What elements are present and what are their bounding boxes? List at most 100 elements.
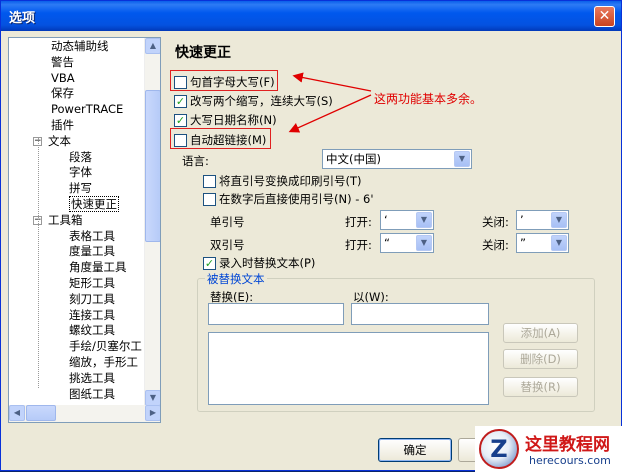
ok-button[interactable]: 确定 (378, 438, 452, 462)
single-quote-label: 单引号 (210, 215, 245, 229)
annotation-text: 这两功能基本多余。 (374, 92, 483, 106)
tree-item-label: 图纸工具 (69, 386, 115, 401)
tree-item-label: 挑选工具 (69, 370, 115, 385)
replace-input[interactable] (208, 303, 344, 325)
tree-item[interactable]: 度量工具 (69, 243, 115, 259)
add-button[interactable]: 添加(A) (503, 323, 578, 343)
annotation-arrows (288, 72, 372, 133)
logo-icon: Z (479, 429, 519, 469)
tree-item[interactable]: 矩形工具 (69, 275, 115, 291)
tree-item[interactable]: PowerTRACE (51, 101, 123, 117)
tree-item-label: 工具箱 (48, 212, 83, 227)
arrow-right-icon[interactable]: ▶ (145, 405, 160, 421)
tree-item-label: 段落 (69, 149, 92, 164)
tree-item-label: 警告 (51, 54, 74, 69)
tree-item-label: 文本 (48, 133, 71, 148)
arrow-up-icon[interactable]: ▲ (145, 38, 160, 54)
tree-item[interactable]: 连接工具 (69, 307, 115, 323)
arrow-left-icon[interactable]: ◀ (9, 405, 25, 421)
quotes-after-numbers-checkbox[interactable]: 在数字后直接使用引号(N) - 6' (203, 191, 374, 207)
title-bar[interactable]: 选项 ✕ (1, 1, 621, 31)
double-open-select[interactable]: “ ▼ (380, 233, 434, 253)
double-close-label: 关闭: (482, 238, 509, 252)
group-title: 被替换文本 (205, 271, 267, 287)
tree-item-label: 角度量工具 (69, 260, 127, 275)
tree-item-label: PowerTRACE (51, 102, 124, 117)
double-open-label: 打开: (345, 238, 372, 252)
delete-button[interactable]: 删除(D) (503, 349, 578, 369)
options-tree[interactable]: 动态辅助线 警告 VBA 保存 PowerTRACE 插件 − 文本 段落 字体 拼写 快速更正 − 工具… (8, 37, 161, 423)
arrow-down-icon[interactable]: ▼ (145, 390, 160, 406)
watermark-name: 这里教程网 (525, 435, 610, 455)
replace-button[interactable]: 替换(R) (503, 377, 578, 397)
checkmark-icon: ✓ (174, 95, 187, 108)
tree-item[interactable]: 动态辅助线 (51, 38, 109, 54)
watermark-logo: Z 这里教程网 herecours.com (475, 426, 622, 472)
double-close-select[interactable]: ” ▼ (516, 233, 569, 253)
tree-item[interactable]: 表格工具 (69, 228, 115, 244)
tree-item[interactable]: 警告 (51, 54, 74, 70)
tree-item-label: 螺纹工具 (69, 323, 115, 338)
single-close-label: 关闭: (482, 215, 509, 229)
tree-item[interactable]: 段落 (69, 149, 92, 165)
tree-item-label: 缩放，手形工 (69, 355, 138, 369)
tree-item-label: 刻刀工具 (69, 291, 115, 306)
chevron-down-icon[interactable]: ▼ (551, 235, 567, 251)
chevron-down-icon[interactable]: ▼ (454, 151, 470, 167)
tree-item-label: 动态辅助线 (51, 39, 109, 53)
tree-item[interactable]: 刻刀工具 (69, 291, 115, 307)
tree-item-label: 字体 (69, 165, 92, 180)
options-dialog: 选项 ✕ 动态辅助线 警告 VBA 保存 PowerTRACE 插件 − 文本 段落 字体 拼写 快速… (0, 0, 622, 472)
tree-item[interactable]: 拼写 (69, 180, 92, 196)
window-title: 选项 (9, 11, 36, 26)
highlight-box (170, 128, 271, 149)
tree-vertical-scrollbar[interactable]: ▲ ▼ (144, 38, 160, 406)
hscroll-thumb[interactable] (26, 405, 56, 421)
tree-item-label: 表格工具 (69, 228, 115, 243)
tree-item-label: VBA (51, 70, 75, 85)
tree-item[interactable]: 角度量工具 (69, 259, 127, 275)
single-close-select[interactable]: ’ ▼ (516, 210, 569, 230)
tree-item-label: 手绘/贝塞尔工 (69, 339, 142, 354)
replace-on-type-checkbox[interactable]: ✓ 录入时替换文本(P) (203, 255, 315, 271)
chevron-down-icon[interactable]: ▼ (416, 235, 432, 251)
checkmark-icon: ✓ (203, 257, 216, 270)
language-select[interactable]: 中文(中国) ▼ (322, 149, 472, 169)
tree-item[interactable]: 快速更正 (69, 196, 119, 212)
highlight-box (170, 70, 278, 91)
tree-item[interactable]: 挑选工具 (69, 370, 115, 386)
tree-item[interactable]: 保存 (51, 85, 74, 101)
capitalize-day-names-checkbox[interactable]: ✓ 大写日期名称(N) (174, 112, 277, 128)
language-label: 语言: (182, 154, 209, 168)
tree-item-label: 插件 (51, 118, 74, 132)
tree-item-label: 度量工具 (69, 244, 115, 259)
checkbox-icon (203, 175, 216, 188)
tree-item[interactable]: 插件 (51, 117, 74, 133)
tree-item[interactable]: VBA (51, 70, 75, 86)
tree-item-label: 连接工具 (69, 307, 115, 322)
tree-item[interactable]: − 工具箱 (33, 212, 83, 228)
tree-horizontal-scrollbar[interactable]: ◀ ▶ (9, 405, 160, 422)
chevron-down-icon[interactable]: ▼ (416, 212, 432, 228)
page-title: 快速更正 (175, 45, 231, 61)
double-quote-label: 双引号 (210, 238, 245, 252)
smart-quotes-checkbox[interactable]: 将直引号变换成印刷引号(T) (203, 173, 362, 189)
tree-item-label: 拼写 (69, 181, 92, 196)
scroll-thumb[interactable] (145, 90, 160, 242)
tree-item-label: 矩形工具 (69, 276, 115, 290)
checkmark-icon: ✓ (174, 114, 187, 127)
replacement-list[interactable] (208, 332, 489, 405)
tree-item[interactable]: 手绘/贝塞尔工 (69, 338, 142, 354)
single-open-label: 打开: (345, 215, 372, 229)
tree-item-label: 快速更正 (69, 196, 119, 212)
tree-connector-line (38, 138, 39, 388)
with-input[interactable] (351, 303, 489, 325)
single-open-select[interactable]: ‘ ▼ (380, 210, 434, 230)
checkbox-icon (203, 193, 216, 206)
chevron-down-icon[interactable]: ▼ (551, 212, 567, 228)
close-button[interactable]: ✕ (594, 6, 615, 27)
tree-item[interactable]: 螺纹工具 (69, 322, 115, 338)
tree-item[interactable]: 缩放，手形工 (69, 354, 138, 370)
tree-item[interactable]: 字体 (69, 164, 92, 180)
tree-item[interactable]: 图纸工具 (69, 386, 115, 402)
